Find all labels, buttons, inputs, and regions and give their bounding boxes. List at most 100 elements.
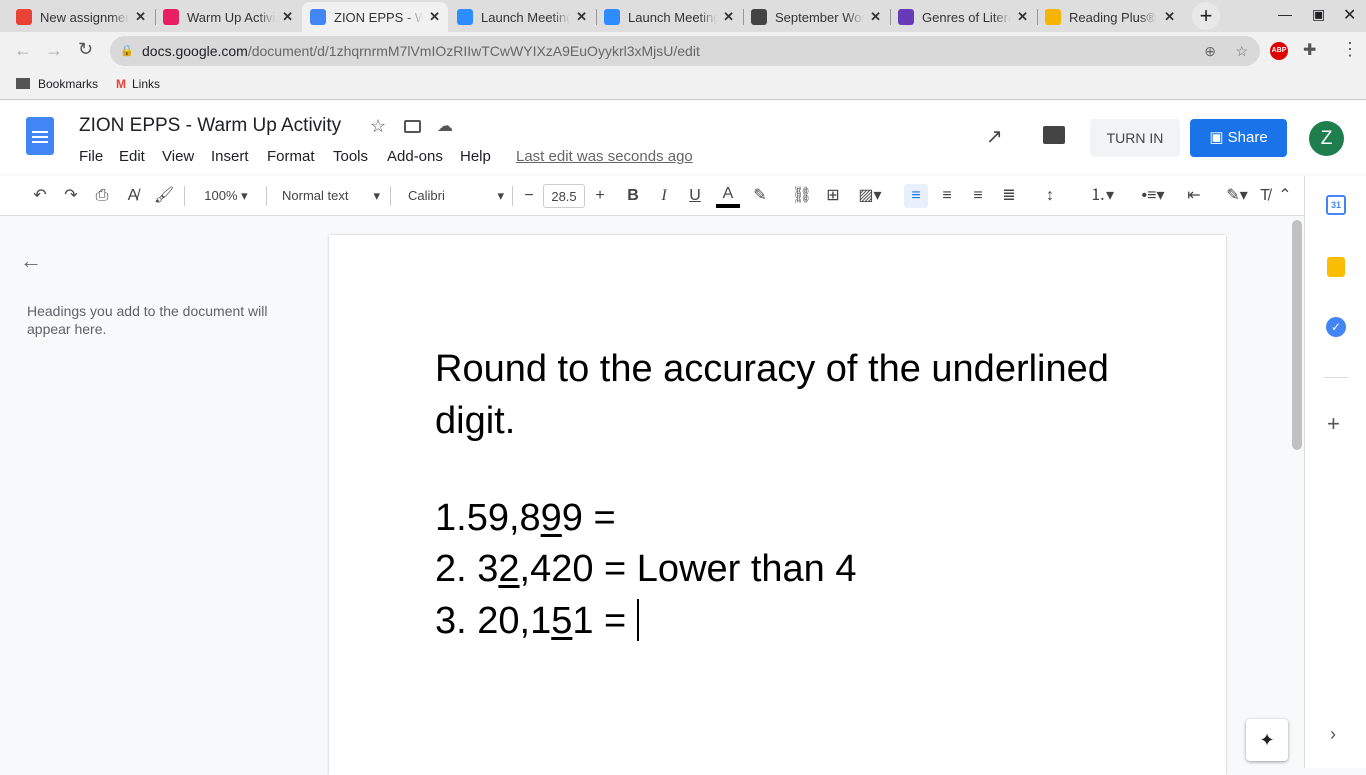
new-tab-button[interactable]: + [1192, 2, 1220, 30]
address-bar-row: ← → ↻ 🔒 docs.google.com/document/d/1zhqr… [0, 32, 1366, 70]
links-bookmark[interactable]: M Links [116, 77, 160, 91]
bookmarks-folder[interactable]: Bookmarks [16, 77, 98, 91]
close-tab-icon[interactable]: ✕ [870, 9, 881, 25]
font-size-input[interactable]: 28.5 [543, 184, 585, 208]
doc-title[interactable]: ZION EPPS - Warm Up Activity [79, 115, 341, 137]
document-page[interactable]: Round to the accuracy of the underlined … [329, 235, 1226, 775]
align-center-icon[interactable]: ≡ [935, 184, 959, 208]
bold-icon[interactable]: B [622, 184, 644, 208]
link-icon[interactable]: ⛓ [790, 184, 814, 208]
browser-tab[interactable]: Launch Meeting ✕ [596, 2, 742, 32]
close-tab-icon[interactable]: ✕ [282, 9, 293, 25]
menu-view[interactable]: View [162, 148, 194, 165]
align-right-icon[interactable]: ≡ [966, 184, 990, 208]
last-edit-link[interactable]: Last edit was seconds ago [516, 148, 693, 165]
close-tab-icon[interactable]: ✕ [723, 9, 734, 25]
menu-help[interactable]: Help [460, 148, 491, 165]
tasks-icon[interactable]: ✓ [1326, 317, 1346, 337]
scrollbar[interactable] [1292, 220, 1302, 450]
tab-separator [596, 9, 597, 25]
editing-mode-icon[interactable]: ✎▾ [1218, 184, 1256, 208]
close-tab-icon[interactable]: ✕ [429, 9, 440, 25]
docs-logo-icon[interactable] [26, 117, 54, 155]
menu-file[interactable]: File [79, 148, 103, 165]
increase-font-size-button[interactable]: + [589, 184, 611, 208]
underline-icon[interactable]: U [684, 184, 706, 208]
add-comment-icon[interactable]: ⊞ [821, 184, 845, 208]
browser-tab[interactable]: Reading Plus® ✕ [1037, 2, 1183, 32]
zoom-icon[interactable]: ⊕ [1204, 36, 1216, 66]
tab-favicon-icon [457, 9, 473, 25]
decrease-font-size-button[interactable]: − [518, 184, 540, 208]
reload-icon[interactable]: ↻ [78, 39, 93, 60]
insert-image-icon[interactable]: ▨▾ [852, 184, 888, 208]
style-select[interactable]: Normal text ▾ [274, 184, 384, 208]
expand-panel-icon[interactable]: › [1330, 724, 1336, 745]
activity-trend-icon[interactable]: ↗ [986, 124, 1003, 149]
add-addon-icon[interactable]: + [1327, 411, 1340, 437]
close-tab-icon[interactable]: ✕ [1164, 9, 1175, 25]
menu-icon[interactable]: ⋮ [1341, 39, 1359, 60]
collapse-toolbar-icon[interactable]: ⌃ [1276, 184, 1294, 208]
move-folder-icon[interactable] [404, 120, 421, 133]
highlight-icon[interactable]: ✎ [748, 184, 772, 208]
undo-icon[interactable]: ↶ [28, 184, 52, 208]
close-window-button[interactable]: ✕ [1343, 5, 1356, 25]
browser-tab[interactable]: New assignment ✕ [8, 2, 154, 32]
share-button[interactable]: ▣ Share [1190, 119, 1287, 157]
formatting-toolbar: ↶ ↷ ⎙ A̸ 🖌 100% ▾ Normal text ▾ Calibri ▾ … [0, 176, 1304, 216]
menu-tools[interactable]: Tools [333, 148, 368, 165]
problem-1: 1.59,899 = [435, 497, 616, 539]
menu-format[interactable]: Format [267, 148, 315, 165]
star-icon[interactable]: ☆ [370, 116, 386, 137]
paint-format-icon[interactable]: 🖌 [152, 184, 176, 208]
line-spacing-icon[interactable]: ↕ [1038, 184, 1062, 208]
extensions-icon[interactable]: ✚ [1303, 40, 1316, 60]
side-panel: 31 ✓ + › [1304, 176, 1366, 768]
zoom-select[interactable]: 100% ▾ [192, 184, 260, 208]
back-icon[interactable]: ← [14, 40, 32, 61]
align-left-icon[interactable]: ≡ [904, 184, 928, 208]
calendar-icon[interactable]: 31 [1326, 195, 1346, 215]
tab-favicon-icon [1045, 9, 1061, 25]
comments-icon[interactable] [1043, 126, 1065, 144]
spellcheck-icon[interactable]: A̸ [121, 184, 145, 208]
redo-icon[interactable]: ↷ [59, 184, 83, 208]
print-icon[interactable]: ⎙ [90, 184, 114, 208]
browser-tab[interactable]: ZION EPPS - Warm Up✕ [302, 2, 448, 32]
forward-icon[interactable]: → [45, 40, 63, 61]
tab-separator [1037, 9, 1038, 25]
italic-icon[interactable]: I [653, 184, 675, 208]
browser-tab[interactable]: September Word ✕ [743, 2, 889, 32]
browser-tab[interactable]: Genres of Literature✕ [890, 2, 1036, 32]
minimize-button[interactable]: — [1278, 6, 1292, 22]
adblock-icon[interactable]: ABP [1270, 42, 1288, 60]
text-color-icon[interactable]: A [716, 184, 740, 208]
explore-button[interactable]: ✦ [1246, 719, 1288, 761]
bookmark-star-icon[interactable]: ☆ [1235, 36, 1248, 66]
close-tab-icon[interactable]: ✕ [135, 9, 146, 25]
keep-icon[interactable] [1327, 257, 1345, 277]
clear-formatting-icon[interactable]: T̸ [1256, 184, 1274, 208]
url-input[interactable]: 🔒 docs.google.com/document/d/1zhqrnrmM7l… [110, 36, 1260, 66]
menu-edit[interactable]: Edit [119, 148, 145, 165]
bulleted-list-icon[interactable]: •≡▾ [1133, 184, 1173, 208]
numbered-list-icon[interactable]: ⒈▾ [1082, 184, 1122, 208]
problem-3: 3. 20,151 = [435, 599, 639, 642]
browser-tab[interactable]: Launch Meeting ✕ [449, 2, 595, 32]
cloud-status-icon[interactable]: ☁ [437, 116, 453, 136]
decrease-indent-icon[interactable]: ⇤ [1182, 184, 1206, 208]
turn-in-button[interactable]: TURN IN [1090, 119, 1180, 157]
justify-icon[interactable]: ≣ [997, 184, 1021, 208]
close-tab-icon[interactable]: ✕ [576, 9, 587, 25]
menu-insert[interactable]: Insert [211, 148, 249, 165]
close-tab-icon[interactable]: ✕ [1017, 9, 1028, 25]
browser-tab[interactable]: Warm Up Activity ✕ [155, 2, 301, 32]
outline-empty-text: Headings you add to the document will ap… [27, 303, 268, 337]
restore-button[interactable]: ▣ [1312, 6, 1325, 23]
font-select[interactable]: Calibri ▾ [398, 184, 508, 208]
menu-add-ons[interactable]: Add-ons [387, 148, 443, 165]
text-cursor [636, 599, 639, 641]
avatar[interactable]: Z [1309, 121, 1344, 156]
outline-back-icon[interactable]: ← [20, 248, 42, 274]
